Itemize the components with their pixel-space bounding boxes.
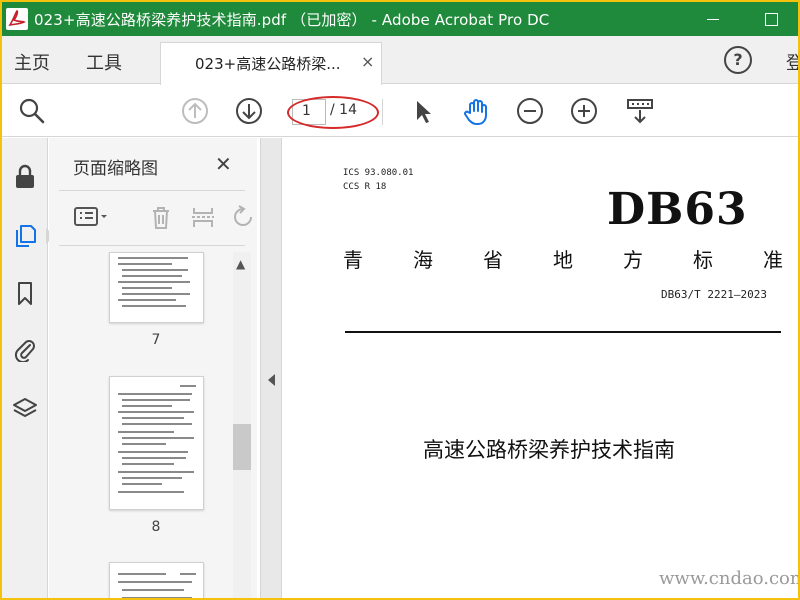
scrollbar-thumb[interactable] <box>233 424 251 470</box>
thumbnail-text-line <box>122 589 184 591</box>
left-navigation-rail <box>2 138 54 598</box>
search-zoom-icon[interactable] <box>16 95 48 127</box>
thumbnail-text-line <box>122 275 182 277</box>
thumbnail-text-line <box>118 411 194 413</box>
title-char: 地 <box>553 248 573 272</box>
thumbnail-text-line <box>122 405 172 407</box>
window-title: 023+高速公路桥梁养护技术指南.pdf （已加密） - Adobe Acrob… <box>34 11 550 29</box>
thumbnail-text-line <box>122 293 190 295</box>
watermark-text: www.cndao.com <box>659 568 798 589</box>
previous-page-icon[interactable] <box>179 95 211 127</box>
panel-title: 页面缩略图 <box>73 159 158 179</box>
ics-code: ICS 93.080.01 <box>343 168 414 178</box>
scroll-up-icon[interactable]: ▲ <box>236 257 245 271</box>
thumbnail-text-line <box>122 417 184 419</box>
rotate-page-icon[interactable] <box>229 203 257 231</box>
thumbnail-page[interactable] <box>109 252 204 323</box>
maximize-button[interactable] <box>760 8 782 30</box>
page-scroll-mode-icon[interactable] <box>624 95 656 127</box>
standard-number: DB63/T 2221—2023 <box>661 288 767 301</box>
close-panel-icon[interactable]: ✕ <box>215 152 232 176</box>
thumbnail-text-line <box>118 471 194 473</box>
title-char: 方 <box>623 248 643 272</box>
toolbar: 1 / 14 <box>2 85 798 137</box>
thumbnail-toolbar <box>59 190 252 246</box>
thumbnail-page-number: 8 <box>151 519 161 535</box>
page-thumbnails-icon[interactable] <box>12 222 38 248</box>
document-page: ICS 93.080.01 CCS R 18 DB63 青 海 省 地 方 标 … <box>283 138 798 598</box>
tab-home[interactable]: 主页 <box>14 49 50 75</box>
panel-splitter[interactable] <box>260 138 282 598</box>
thumbnail-text-line <box>118 257 188 259</box>
acrobat-app-icon <box>6 8 28 30</box>
close-tab-icon[interactable]: × <box>361 52 374 71</box>
document-tab-label: 023+高速公路桥梁... <box>195 55 341 73</box>
tab-bar: 主页 工具 023+高速公路桥梁... × ? 登 <box>2 36 798 85</box>
page-number-highlight-oval <box>287 96 379 129</box>
thumbnail-text-line <box>122 463 174 465</box>
title-char: 海 <box>413 248 433 272</box>
title-bar: 023+高速公路桥梁养护技术指南.pdf （已加密） - Adobe Acrob… <box>2 2 798 36</box>
document-tab[interactable]: 023+高速公路桥梁... × <box>160 42 382 85</box>
thumbnail-text-line <box>180 573 196 575</box>
ccs-code: CCS R 18 <box>343 182 387 192</box>
thumbnail-text-line <box>122 437 194 439</box>
thumbnail-text-line <box>180 385 196 387</box>
zoom-in-icon[interactable] <box>568 95 600 127</box>
bookmark-icon[interactable] <box>12 280 38 306</box>
header-rule <box>345 331 781 333</box>
zoom-out-icon[interactable] <box>514 95 546 127</box>
thumbnail-text-line <box>118 581 192 583</box>
next-page-icon[interactable] <box>233 95 265 127</box>
layers-icon[interactable] <box>12 396 38 422</box>
thumbnail-text-line <box>122 457 186 459</box>
minimize-button[interactable] <box>702 8 724 30</box>
sign-in-link[interactable]: 登 <box>786 49 798 75</box>
province-standard-title: 青 海 省 地 方 标 准 <box>343 244 783 273</box>
title-char: 标 <box>693 248 713 272</box>
thumbnail-text-line <box>118 573 166 575</box>
page-thumbnails-panel: 页面缩略图 ✕ 7 8 <box>49 138 257 598</box>
help-icon[interactable]: ? <box>724 46 752 74</box>
standard-logo: DB63 <box>607 184 748 235</box>
document-title: 高速公路桥梁养护技术指南 <box>423 438 675 462</box>
thumbnail-page[interactable] <box>109 562 204 598</box>
lock-icon[interactable] <box>12 164 38 190</box>
attachment-icon[interactable] <box>12 336 38 362</box>
thumbnail-options-icon[interactable] <box>73 203 107 231</box>
thumbnail-text-line <box>118 491 184 493</box>
toolbar-divider <box>382 99 383 125</box>
thumbnail-text-line <box>118 451 188 453</box>
thumbnail-text-line <box>118 281 190 283</box>
select-cursor-icon[interactable] <box>406 95 438 127</box>
extract-page-icon[interactable] <box>189 203 217 231</box>
hand-tool-icon[interactable] <box>460 95 492 127</box>
thumbnail-page-number: 7 <box>151 332 161 348</box>
thumbnail-text-line <box>122 597 192 598</box>
thumbnail-text-line <box>122 423 192 425</box>
thumbnail-text-line <box>118 299 176 301</box>
thumbnail-text-line <box>122 443 166 445</box>
thumbnail-text-line <box>122 287 172 289</box>
thumbnail-text-line <box>118 431 174 433</box>
thumbnail-text-line <box>122 399 190 401</box>
thumbnail-text-line <box>118 263 172 265</box>
acrobat-window: 023+高速公路桥梁养护技术指南.pdf （已加密） - Adobe Acrob… <box>2 2 798 598</box>
thumbnail-text-line <box>122 483 162 485</box>
thumbnail-page[interactable] <box>109 376 204 510</box>
thumbnail-text-line <box>122 477 182 479</box>
title-char: 青 <box>343 248 363 272</box>
tab-tools[interactable]: 工具 <box>86 49 122 75</box>
thumbnail-text-line <box>118 393 192 395</box>
title-char: 省 <box>483 248 503 272</box>
title-char: 准 <box>763 248 783 272</box>
thumbnail-text-line <box>122 269 188 271</box>
delete-page-icon[interactable] <box>147 203 175 231</box>
collapse-panel-arrow-icon[interactable] <box>268 374 275 386</box>
thumbnail-text-line <box>122 305 186 307</box>
